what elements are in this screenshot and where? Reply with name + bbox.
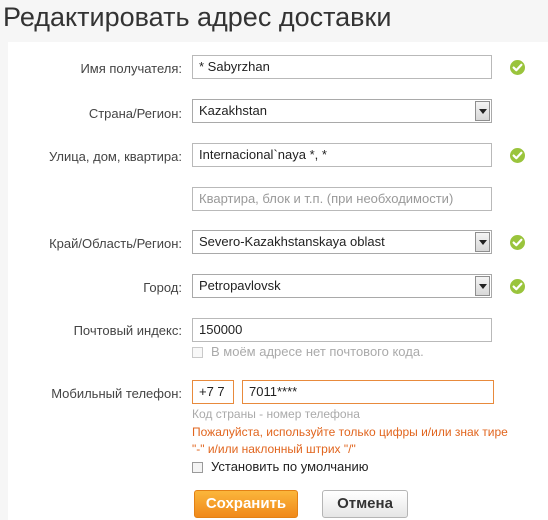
region-label: Край/Область/Регион: [49,236,182,251]
phone-number-input[interactable]: 7011**** [242,380,494,404]
chevron-down-icon[interactable] [475,232,490,252]
chevron-down-icon[interactable] [475,101,490,121]
city-select[interactable]: Petropavlovsk [192,274,492,298]
recipient-valid-icon [510,60,525,75]
region-selected-value: Severo-Kazakhstanskaya oblast [199,234,385,249]
phone-error-message: Пожалуйста, используйте только цифры и/и… [192,425,508,456]
country-selected-value: Kazakhstan [199,103,267,118]
street-valid-icon [510,148,525,163]
city-selected-value: Petropavlovsk [199,278,281,293]
recipient-input[interactable]: * Sabyrzhan [192,55,492,79]
region-select[interactable]: Severo-Kazakhstanskaya oblast [192,230,492,254]
apartment-input[interactable]: Квартира, блок и т.п. (при необходимости… [192,187,492,211]
country-select[interactable]: Kazakhstan [192,99,492,123]
recipient-label: Имя получателя: [80,61,182,76]
chevron-down-icon[interactable] [475,276,490,296]
zip-label: Почтовый индекс: [73,323,182,338]
cancel-button[interactable]: Отмена [322,490,408,518]
city-label: Город: [143,280,182,295]
no-zip-label: В моём адресе нет почтового кода. [211,344,424,359]
country-label: Страна/Регион: [88,106,182,121]
region-valid-icon [510,235,525,250]
default-address-label: Установить по умолчанию [211,459,369,474]
city-valid-icon [510,279,525,294]
street-input[interactable]: Internacional`naya *, * [192,143,492,167]
zip-input[interactable]: 150000 [192,318,492,342]
street-label: Улица, дом, квартира: [48,149,182,164]
page-title: Редактировать адрес доставки [3,2,392,32]
save-button[interactable]: Сохранить [194,490,298,518]
phone-label: Мобильный телефон: [51,386,182,401]
phone-hint: Код страны - номер телефона [192,407,360,421]
phone-country-code-input[interactable]: +7 7 [192,380,234,404]
default-address-checkbox[interactable] [192,462,203,473]
no-zip-checkbox[interactable] [192,347,203,358]
